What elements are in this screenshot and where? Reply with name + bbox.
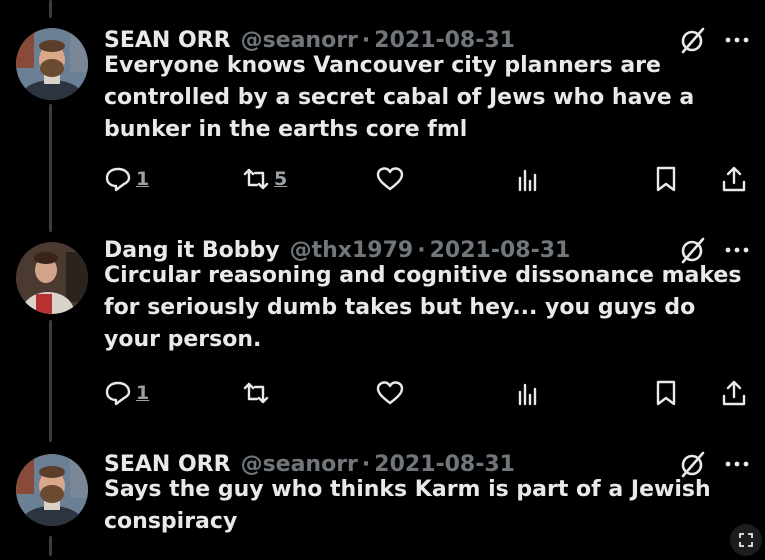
like-icon bbox=[376, 167, 404, 191]
tweet-text: Circular reasoning and cognitive dissona… bbox=[104, 263, 742, 352]
author-name[interactable]: SEAN ORR bbox=[104, 452, 231, 477]
reply-icon bbox=[105, 381, 131, 406]
action-bar: 1 5 bbox=[104, 162, 754, 196]
avatar[interactable] bbox=[16, 454, 88, 526]
repost-icon bbox=[243, 382, 269, 404]
like-icon bbox=[376, 381, 404, 405]
bearded-man-avatar-icon bbox=[16, 28, 88, 100]
share-button[interactable] bbox=[720, 376, 748, 410]
person-photo-avatar-icon bbox=[16, 242, 88, 314]
reply-button[interactable]: 1 bbox=[104, 376, 149, 410]
views-icon bbox=[518, 169, 537, 192]
expand-icon bbox=[739, 533, 753, 547]
repost-button[interactable] bbox=[242, 376, 270, 410]
author-name[interactable]: SEAN ORR bbox=[104, 28, 231, 53]
author-handle[interactable]: @seanorr bbox=[241, 28, 358, 53]
tweet-2[interactable]: Dang it Bobby @thx1979 · 2021-08-31 Circ… bbox=[0, 232, 765, 432]
repost-button[interactable]: 5 bbox=[242, 162, 287, 196]
separator-dot: · bbox=[417, 237, 426, 263]
reply-button[interactable]: 1 bbox=[104, 162, 149, 196]
tweet-3[interactable]: SEAN ORR @seanorr · 2021-08-31 Says the … bbox=[0, 446, 765, 556]
views-button[interactable] bbox=[514, 376, 542, 410]
like-button[interactable] bbox=[376, 162, 404, 196]
expand-button[interactable] bbox=[730, 524, 762, 556]
tweet-date[interactable]: 2021-08-31 bbox=[374, 28, 515, 53]
views-icon bbox=[518, 383, 537, 406]
tweet-text: Says the guy who thinks Karm is part of … bbox=[104, 477, 711, 534]
tweet-1[interactable]: SEAN ORR @seanorr · 2021-08-31 Everyone … bbox=[0, 22, 765, 222]
bookmark-button[interactable] bbox=[652, 376, 680, 410]
bookmark-icon bbox=[656, 380, 676, 406]
author-handle[interactable]: @seanorr bbox=[241, 452, 358, 477]
action-bar: 1 bbox=[104, 376, 754, 410]
tweet-text: Everyone knows Vancouver city planners a… bbox=[104, 53, 695, 142]
repost-count[interactable]: 5 bbox=[274, 168, 287, 190]
separator-dot: · bbox=[361, 27, 371, 53]
avatar[interactable] bbox=[16, 242, 88, 314]
share-icon bbox=[722, 166, 746, 192]
bookmark-icon bbox=[656, 166, 676, 192]
tweet-date[interactable]: 2021-08-31 bbox=[374, 452, 515, 477]
bearded-man-avatar-icon bbox=[16, 454, 88, 526]
like-button[interactable] bbox=[376, 376, 404, 410]
bookmark-button[interactable] bbox=[652, 162, 680, 196]
tweet-date[interactable]: 2021-08-31 bbox=[430, 238, 571, 263]
author-handle[interactable]: @thx1979 bbox=[290, 238, 414, 263]
separator-dot: · bbox=[361, 451, 371, 477]
reply-count[interactable]: 1 bbox=[136, 168, 149, 190]
reply-icon bbox=[105, 167, 131, 192]
share-button[interactable] bbox=[720, 162, 748, 196]
thread-line-top bbox=[49, 0, 52, 18]
repost-icon bbox=[243, 168, 269, 190]
avatar[interactable] bbox=[16, 28, 88, 100]
views-button[interactable] bbox=[514, 162, 542, 196]
share-icon bbox=[722, 380, 746, 406]
reply-count[interactable]: 1 bbox=[136, 382, 149, 404]
author-name[interactable]: Dang it Bobby bbox=[104, 238, 280, 263]
